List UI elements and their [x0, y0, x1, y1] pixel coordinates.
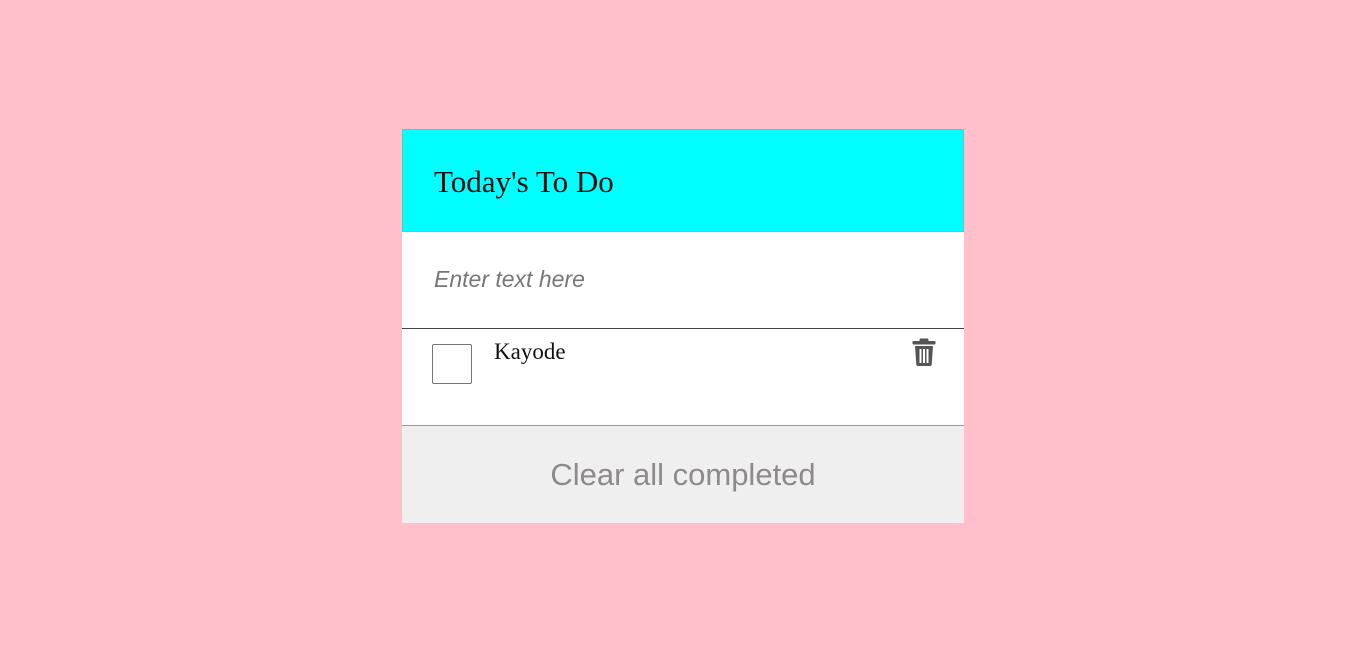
clear-completed-button[interactable]: Clear all completed [402, 426, 964, 523]
delete-task-button[interactable] [910, 337, 938, 367]
task-checkbox[interactable] [432, 344, 472, 384]
task-list: Kayode [402, 329, 964, 426]
todo-card: Today's To Do Kayode Clear all completed [402, 129, 964, 523]
new-task-input[interactable] [434, 264, 934, 294]
task-label: Kayode [494, 339, 566, 364]
task-item: Kayode [402, 329, 964, 425]
todo-header: Today's To Do [402, 129, 964, 232]
new-task-row [402, 232, 964, 329]
page-title: Today's To Do [434, 164, 614, 199]
trash-icon [912, 338, 936, 366]
